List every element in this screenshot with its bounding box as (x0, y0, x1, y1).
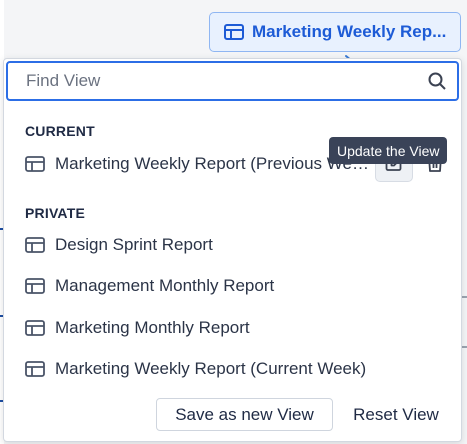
list-item-label: Design Sprint Report (55, 235, 213, 254)
background-line (462, 346, 467, 348)
table-icon (25, 320, 45, 336)
list-item-label: Management Monthly Report (55, 276, 275, 295)
current-view-label: Marketing Weekly Report (Previous Week) (55, 154, 375, 173)
search-box (6, 61, 459, 101)
list-item[interactable]: Management Monthly Report (25, 272, 274, 300)
current-view-item[interactable]: Marketing Weekly Report (Previous Week) (25, 150, 375, 178)
table-icon (25, 156, 45, 172)
list-item-label: Marketing Weekly Report (Current Week) (55, 359, 367, 378)
save-as-new-view-button[interactable]: Save as new View (156, 398, 333, 431)
table-icon (224, 24, 244, 40)
list-item[interactable]: Marketing Monthly Report (25, 314, 250, 342)
update-view-tooltip: Update the View (329, 137, 448, 164)
view-selector-label: Marketing Weekly Rep... (252, 22, 447, 41)
list-item[interactable]: Design Sprint Report (25, 231, 213, 259)
current-section-heading: CURRENT (25, 123, 95, 139)
search-input[interactable] (8, 63, 417, 99)
reset-view-button[interactable]: Reset View (341, 398, 451, 431)
table-icon (25, 237, 45, 253)
list-item[interactable]: Marketing Weekly Report (Current Week) (25, 355, 366, 383)
view-dropdown-panel: CURRENT Marketing Weekly Report (Previou… (3, 58, 462, 442)
private-section-heading: PRIVATE (25, 205, 85, 221)
list-item-label: Marketing Monthly Report (55, 318, 250, 337)
table-icon (25, 361, 45, 377)
table-icon (25, 278, 45, 294)
background-line (462, 296, 467, 298)
search-icon[interactable] (417, 72, 457, 90)
view-selector-button[interactable]: Marketing Weekly Rep... (209, 12, 461, 52)
